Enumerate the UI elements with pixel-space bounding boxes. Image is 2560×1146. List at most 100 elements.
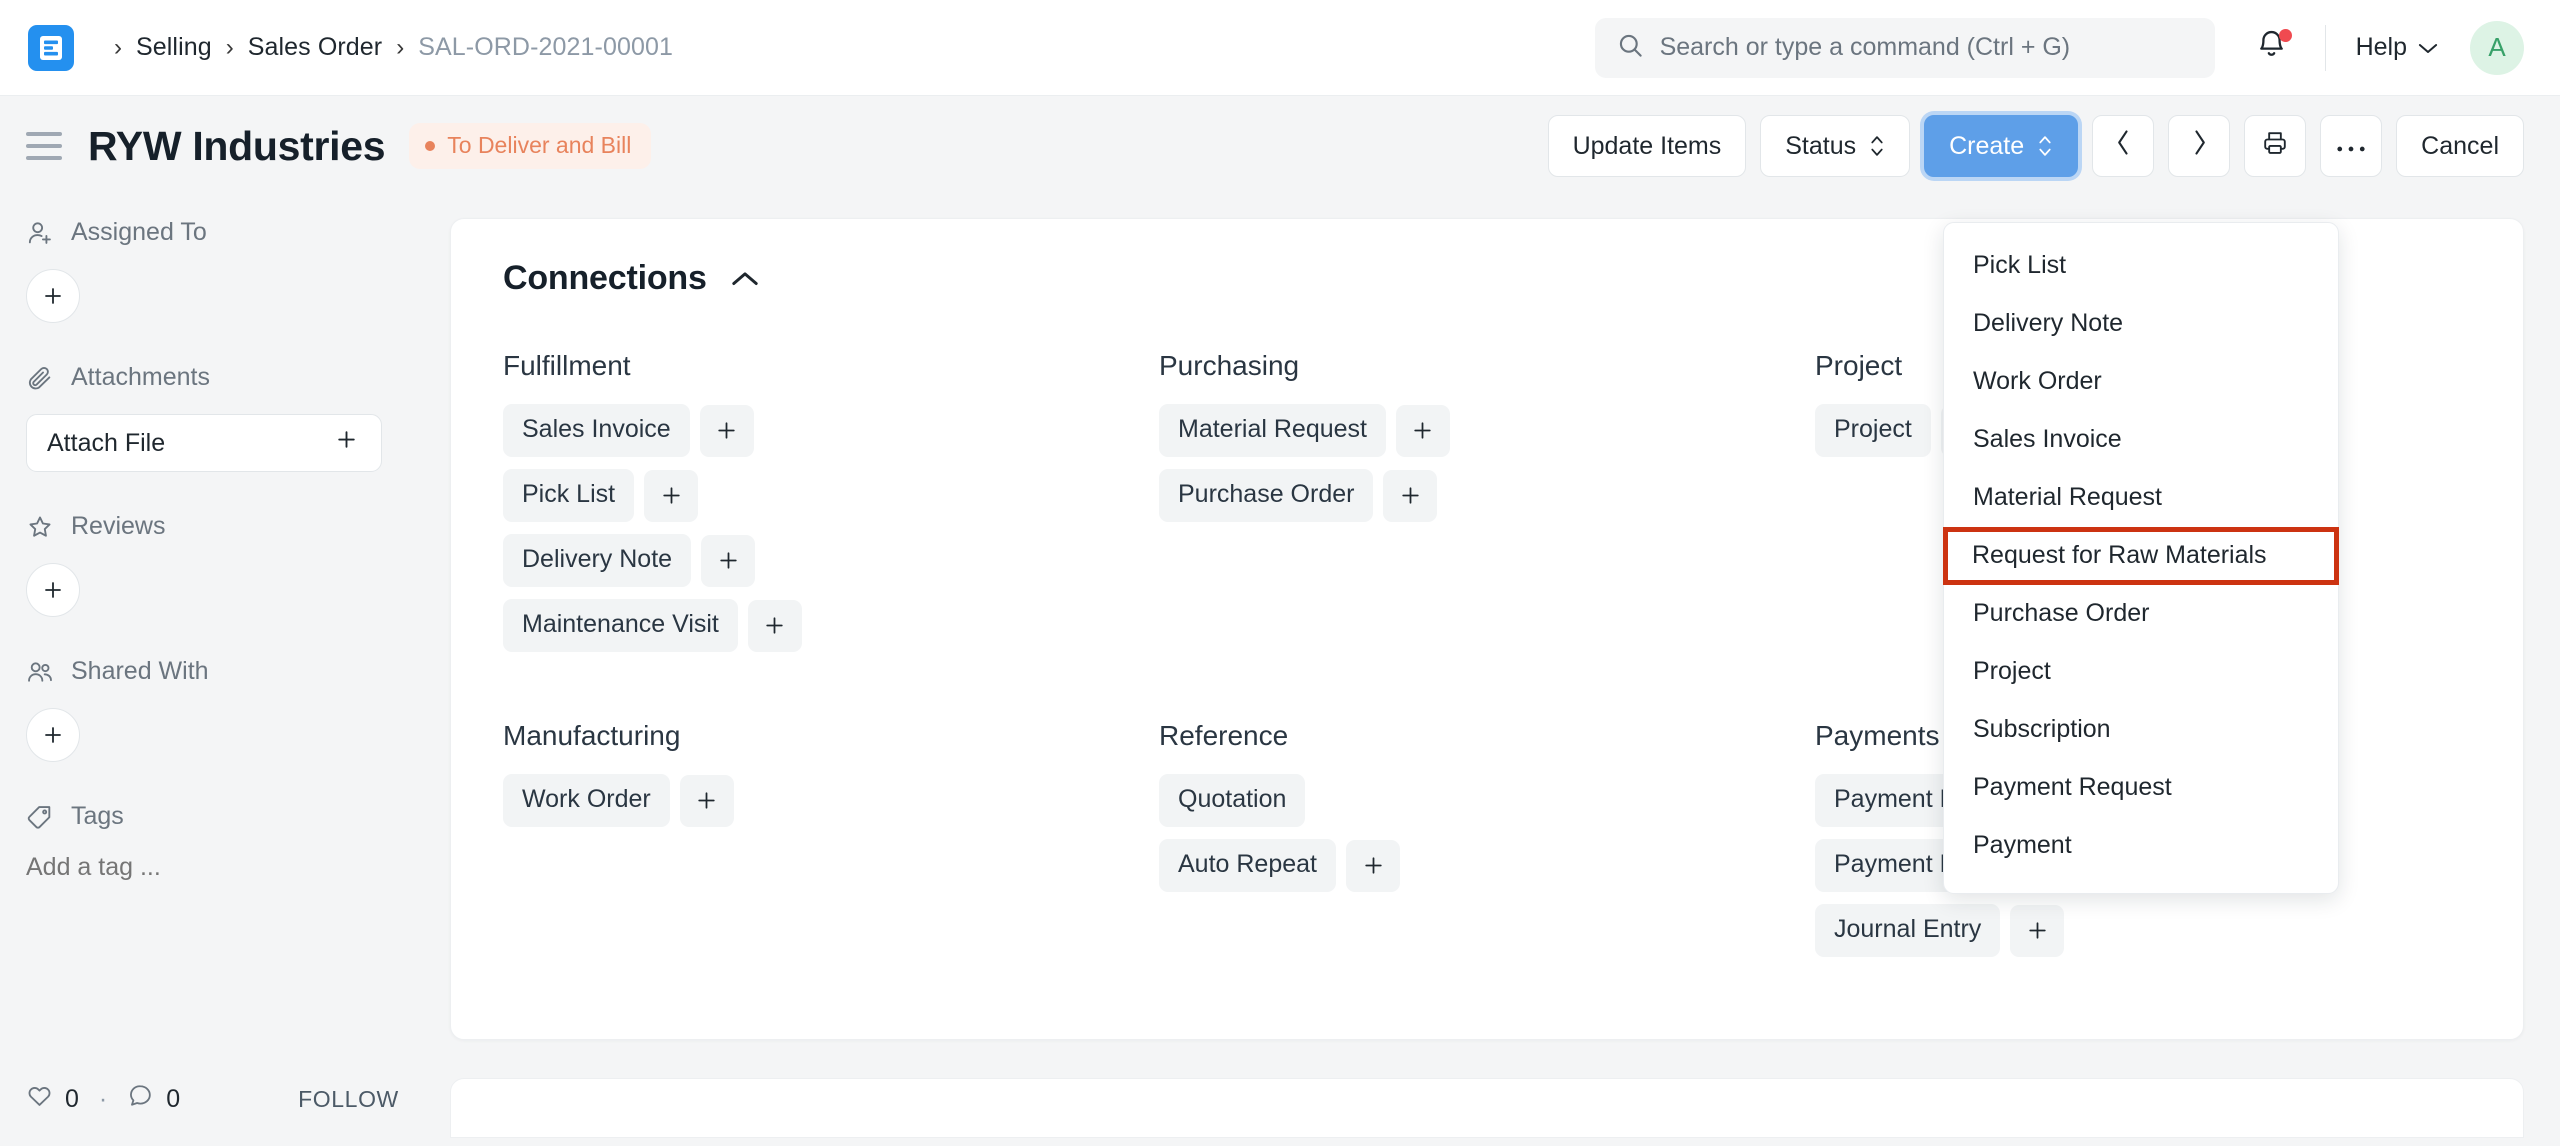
status-button[interactable]: Status <box>1760 115 1911 177</box>
like-button[interactable]: 0 <box>26 1082 79 1116</box>
connection-group-reference: Reference Quotation Auto Repeat <box>1159 720 1815 969</box>
follow-button[interactable]: FOLLOW <box>298 1086 399 1113</box>
add-journal-entry-button[interactable] <box>2010 904 2065 957</box>
attach-file-button[interactable]: Attach File <box>26 414 382 472</box>
dropdown-item-delivery-note[interactable]: Delivery Note <box>1944 295 2338 353</box>
comment-button[interactable]: 0 <box>127 1082 180 1116</box>
add-material-request-button[interactable] <box>1395 404 1450 457</box>
sidebar-footer: 0 · 0 FOLLOW <box>26 1082 414 1116</box>
paperclip-icon <box>26 364 56 392</box>
star-icon <box>26 513 56 541</box>
status-dot-icon <box>425 140 436 151</box>
print-button[interactable] <box>2244 115 2307 177</box>
chevron-up-icon[interactable] <box>731 270 759 288</box>
dropdown-item-payment[interactable]: Payment <box>1944 817 2338 875</box>
chevron-left-icon <box>2115 129 2132 163</box>
add-work-order-button[interactable] <box>679 774 734 827</box>
add-tag-input[interactable] <box>26 853 366 882</box>
tags-header: Tags <box>26 802 414 831</box>
users-icon <box>26 658 56 686</box>
attachments-header: Attachments <box>26 363 414 392</box>
hamburger-icon[interactable] <box>26 132 62 160</box>
navbar-right: Help A <box>1594 17 2524 78</box>
more-options-button[interactable] <box>2320 115 2383 177</box>
ellipsis-icon <box>2336 132 2366 161</box>
notifications-button[interactable] <box>2255 26 2295 70</box>
chevron-updown-icon <box>2037 133 2053 159</box>
link-pill-quotation[interactable]: Quotation <box>1159 774 1306 827</box>
search-box[interactable] <box>1594 17 2215 78</box>
sidebar-section-attachments: Attachments Attach File <box>26 363 414 472</box>
sidebar: Assigned To Attachments Attach File Revi… <box>0 196 450 1146</box>
group-title: Reference <box>1159 720 1289 751</box>
dropdown-item-payment-request[interactable]: Payment Request <box>1944 759 2338 817</box>
dropdown-item-material-request[interactable]: Material Request <box>1944 469 2338 527</box>
connection-group-purchasing: Purchasing Material Request Purchase Ord… <box>1159 350 1815 664</box>
link-pill-sales-invoice[interactable]: Sales Invoice <box>503 404 690 457</box>
link-pill-pick-list[interactable]: Pick List <box>503 469 635 522</box>
sidebar-section-shared-with: Shared With <box>26 657 414 762</box>
add-share-button[interactable] <box>26 708 80 762</box>
link-pill-material-request[interactable]: Material Request <box>1159 404 1386 457</box>
erpnext-logo-icon[interactable] <box>28 24 74 71</box>
sidebar-section-reviews: Reviews <box>26 512 414 617</box>
group-title: Purchasing <box>1159 350 1300 381</box>
sidebar-section-assigned-to: Assigned To <box>26 218 414 323</box>
reviews-header: Reviews <box>26 512 414 541</box>
link-pill-project[interactable]: Project <box>1815 404 1931 457</box>
breadcrumb-separator: › <box>225 33 234 61</box>
create-dropdown-menu: Pick List Delivery Note Work Order Sales… <box>1943 222 2339 894</box>
link-pill-purchase-order[interactable]: Purchase Order <box>1159 469 1374 522</box>
add-sales-invoice-button[interactable] <box>699 404 754 457</box>
link-pill-maintenance-visit[interactable]: Maintenance Visit <box>503 599 738 652</box>
help-menu-button[interactable]: Help <box>2356 33 2438 62</box>
chevron-right-icon <box>2191 129 2208 163</box>
add-review-button[interactable] <box>26 563 80 617</box>
comment-count: 0 <box>166 1084 181 1113</box>
page-title: RYW Industries <box>88 122 386 169</box>
chevron-down-icon <box>2418 33 2438 62</box>
create-button[interactable]: Create <box>1924 115 2079 177</box>
assigned-to-label: Assigned To <box>71 218 207 246</box>
next-section-card <box>450 1078 2524 1138</box>
add-auto-repeat-button[interactable] <box>1346 839 1400 892</box>
cancel-button[interactable]: Cancel <box>2396 115 2524 177</box>
dropdown-item-work-order[interactable]: Work Order <box>1944 353 2338 411</box>
dropdown-item-subscription[interactable]: Subscription <box>1944 701 2338 759</box>
avatar[interactable]: A <box>2470 20 2524 75</box>
printer-icon <box>2261 129 2289 164</box>
tag-icon <box>26 803 56 831</box>
dropdown-item-request-for-raw-materials[interactable]: Request for Raw Materials <box>1943 527 2339 585</box>
search-input[interactable] <box>1659 33 2193 62</box>
link-pill-auto-repeat[interactable]: Auto Repeat <box>1159 839 1336 892</box>
link-pill-delivery-note[interactable]: Delivery Note <box>503 534 692 587</box>
next-document-button[interactable] <box>2168 115 2231 177</box>
hamburger-line <box>26 144 62 148</box>
link-row: Auto Repeat <box>1159 839 1815 892</box>
link-row: Pick List <box>503 469 1159 522</box>
previous-document-button[interactable] <box>2092 115 2155 177</box>
breadcrumb-item-selling[interactable]: Selling <box>136 33 212 62</box>
dropdown-item-project[interactable]: Project <box>1944 643 2338 701</box>
add-maintenance-visit-button[interactable] <box>747 599 802 652</box>
shared-with-label: Shared With <box>71 657 209 685</box>
add-delivery-note-button[interactable] <box>701 534 756 587</box>
breadcrumb-item-sales-order[interactable]: Sales Order <box>248 33 383 62</box>
add-purchase-order-button[interactable] <box>1383 469 1438 522</box>
connection-group-fulfillment: Fulfillment Sales Invoice Pick List Deli… <box>503 350 1159 664</box>
dropdown-item-purchase-order[interactable]: Purchase Order <box>1944 585 2338 643</box>
add-pick-list-button[interactable] <box>644 469 699 522</box>
link-row: Maintenance Visit <box>503 599 1159 652</box>
shared-with-header: Shared With <box>26 657 414 686</box>
link-pill-journal-entry[interactable]: Journal Entry <box>1815 904 2001 957</box>
link-pill-work-order[interactable]: Work Order <box>503 774 670 827</box>
add-assignment-button[interactable] <box>26 269 80 323</box>
link-row: Journal Entry <box>1815 904 2471 957</box>
dropdown-item-sales-invoice[interactable]: Sales Invoice <box>1944 411 2338 469</box>
update-items-button[interactable]: Update Items <box>1547 115 1747 177</box>
hamburger-line <box>26 156 62 160</box>
dropdown-item-pick-list[interactable]: Pick List <box>1944 237 2338 295</box>
breadcrumb: › Selling › Sales Order › SAL-ORD-2021-0… <box>100 33 673 62</box>
heart-icon <box>26 1082 53 1116</box>
navbar-divider <box>2324 24 2326 71</box>
